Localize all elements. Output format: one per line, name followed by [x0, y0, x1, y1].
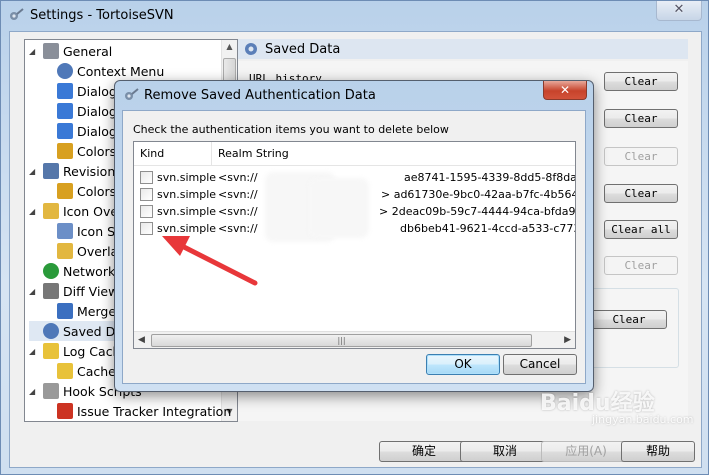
- tree-item-label: Issue Tracker Integration: [77, 403, 232, 419]
- scroll-left-arrow-icon[interactable]: ◀: [138, 335, 145, 345]
- redacted-area: [309, 178, 369, 238]
- expander-icon[interactable]: ◢: [29, 387, 39, 396]
- window-title: Settings - TortoiseSVN: [30, 8, 174, 23]
- gear-icon: [245, 43, 257, 55]
- folder-icon: [43, 203, 59, 219]
- clear-log-messages-button[interactable]: Clear: [604, 109, 678, 128]
- tortoisesvn-settings-icon: [10, 8, 24, 20]
- windows-icon: [57, 123, 73, 139]
- dialog-title: Remove Saved Authentication Data: [144, 88, 376, 103]
- clear-hooks-button[interactable]: Clear: [591, 310, 667, 329]
- dialog-ok-button[interactable]: OK: [426, 354, 500, 375]
- windows-icon: [57, 103, 73, 119]
- clear-all-auth-button[interactable]: Clear all: [604, 220, 678, 239]
- expander-icon[interactable]: ◢: [29, 167, 39, 176]
- auth-kind: svn.simple: [157, 205, 217, 218]
- tree-item[interactable]: Colors: [57, 141, 116, 161]
- expander-icon[interactable]: ◢: [29, 347, 39, 356]
- expander-icon[interactable]: ◢: [29, 287, 39, 296]
- clear-auth-data-button[interactable]: Clear: [604, 184, 678, 203]
- bug-icon: [57, 403, 73, 419]
- tree-item-label: Colors: [77, 183, 117, 199]
- dialog-instruction: Check the authentication items you want …: [133, 123, 449, 136]
- auth-item-checkbox[interactable]: [140, 205, 153, 218]
- windows-icon: [57, 83, 73, 99]
- graph-icon: [43, 163, 59, 179]
- hook-icon: [43, 383, 59, 399]
- tree-item-label: Context Menu: [77, 63, 165, 79]
- ok-button[interactable]: 确定: [379, 441, 469, 462]
- auth-realm-prefix: <svn://: [218, 188, 258, 201]
- auth-realm-suffix: db6beb41-9621-4ccd-a533-c7730122b606: [400, 222, 575, 235]
- iconset-icon: [57, 223, 73, 239]
- apply-button[interactable]: 应用(A): [541, 441, 631, 462]
- tree-item[interactable]: ◢ General: [29, 41, 112, 61]
- expander-icon[interactable]: ◢: [29, 207, 39, 216]
- auth-realm-prefix: <svn://: [218, 171, 258, 184]
- list-header: Kind Realm String: [134, 142, 575, 166]
- scroll-right-arrow-icon[interactable]: ▶: [564, 335, 571, 345]
- list-hscrollbar[interactable]: ◀ ||| ▶: [134, 331, 575, 348]
- merge-icon: [57, 303, 73, 319]
- cancel-button[interactable]: 取消: [460, 441, 550, 462]
- gear-icon: [57, 63, 73, 79]
- watermark: Baidu经验 jingyan.baidu.com: [540, 385, 694, 426]
- annotation-arrow-icon: [162, 236, 258, 286]
- auth-realm-prefix: <svn://: [218, 205, 258, 218]
- panel-title: Saved Data: [265, 41, 341, 57]
- palette-icon: [57, 183, 73, 199]
- auth-item-checkbox[interactable]: [140, 222, 153, 235]
- tree-item[interactable]: Colors: [57, 181, 116, 201]
- clear-url-history-button[interactable]: Clear: [604, 72, 678, 91]
- panel-header: Saved Data: [238, 39, 688, 59]
- dialog-cancel-button[interactable]: Cancel: [503, 354, 577, 375]
- tree-item-label: General: [63, 43, 113, 59]
- dialog-close-button[interactable]: ✕: [543, 81, 587, 100]
- database-icon: [57, 363, 73, 379]
- column-realm[interactable]: Realm String: [218, 147, 289, 160]
- database-icon: [43, 343, 59, 359]
- tree-item[interactable]: Issue Tracker Integration: [57, 401, 231, 421]
- expander-icon[interactable]: ◢: [29, 47, 39, 56]
- help-button[interactable]: 帮助: [621, 441, 695, 462]
- title-bar[interactable]: Settings - TortoiseSVN ✕: [1, 1, 708, 31]
- auth-realm-suffix: ae8741-1595-4339-8dd5-8f8da06b4516: [404, 171, 576, 184]
- wrench-icon: [43, 43, 59, 59]
- tree-item[interactable]: Network: [29, 261, 115, 281]
- auth-kind: svn.simple: [157, 171, 217, 184]
- tree-item-label: Colors: [77, 143, 117, 159]
- tree-item[interactable]: Context Menu: [57, 61, 164, 81]
- watermark-sub: jingyan.baidu.com: [592, 413, 694, 426]
- magnifier-icon: [43, 283, 59, 299]
- palette-icon: [57, 143, 73, 159]
- auth-realm-suffix: > ad61730e-9bc0-42aa-b7fc-4b5644b91179: [381, 188, 575, 201]
- auth-realm-suffix: > 2deac09b-59c7-4444-94ca-bfda984b9ae5: [379, 205, 576, 218]
- globe-icon: [43, 263, 59, 279]
- list-hscroll-thumb[interactable]: |||: [151, 334, 532, 347]
- folder-icon: [57, 243, 73, 259]
- clear-window-sizes-button[interactable]: Clear: [604, 147, 678, 166]
- gear-icon: [43, 323, 59, 339]
- clear-action-log-button[interactable]: Clear: [604, 256, 678, 275]
- tree-item-label: Network: [63, 263, 116, 279]
- tortoisesvn-settings-icon: [125, 88, 139, 100]
- auth-item-checkbox[interactable]: [140, 188, 153, 201]
- window-close-button[interactable]: ✕: [656, 1, 702, 21]
- column-kind[interactable]: Kind: [140, 147, 164, 160]
- auth-item-checkbox[interactable]: [140, 171, 153, 184]
- auth-kind: svn.simple: [157, 188, 217, 201]
- scroll-up-arrow-icon[interactable]: ▲: [224, 42, 235, 54]
